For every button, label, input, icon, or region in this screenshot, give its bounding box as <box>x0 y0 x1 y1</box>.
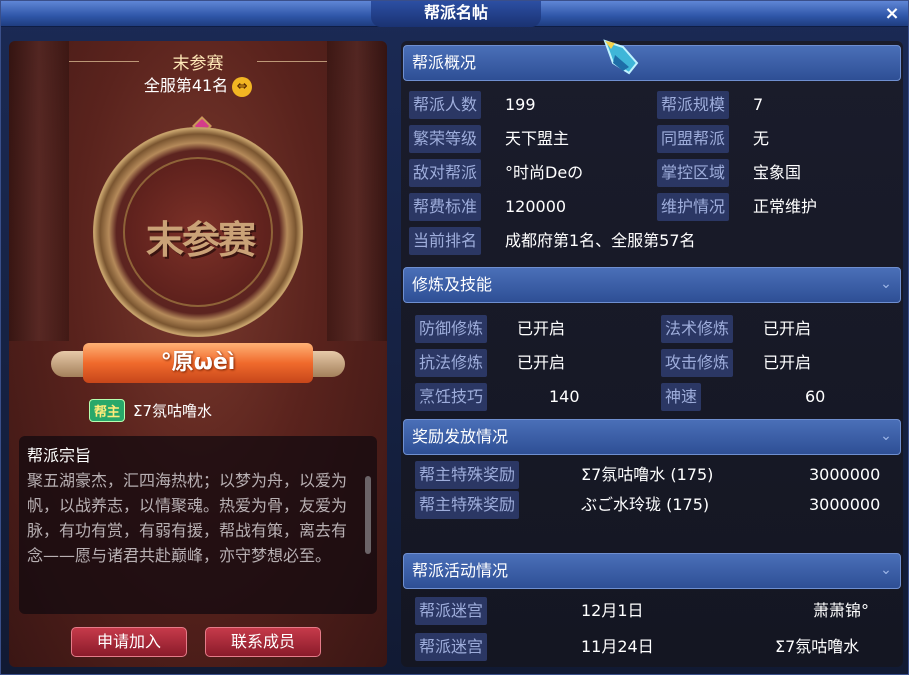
overview-value: 120000 <box>505 197 567 216</box>
close-icon[interactable]: × <box>880 3 904 25</box>
medal-face: 末参赛 <box>123 157 273 307</box>
overview-value: 199 <box>505 95 536 114</box>
leader-badge: 帮主 <box>89 399 126 422</box>
section-rewards-header[interactable]: 奖励发放情况 ⌄ <box>403 419 901 455</box>
activity-player: Σ7氛咕噜水 <box>775 637 860 656</box>
skill-label: 神速 <box>661 383 702 411</box>
section-skills-header[interactable]: 修炼及技能 ⌄ <box>403 267 901 303</box>
skill-value: 已开启 <box>517 319 566 338</box>
skill-value: 已开启 <box>763 353 812 372</box>
skill-value: 已开启 <box>763 319 812 338</box>
gem-cursor-icon <box>603 39 639 75</box>
overview-label: 帮派人数 <box>409 91 482 119</box>
overview-value: 天下盟主 <box>505 129 570 148</box>
section-overview-header: 帮派概况 <box>403 45 901 81</box>
overview-label: 掌控区域 <box>657 159 730 187</box>
section-activities-header[interactable]: 帮派活动情况 ⌄ <box>403 553 901 589</box>
server-rank-text: 全服第41名 <box>143 76 229 95</box>
reward-label: 帮主特殊奖励 <box>415 461 520 489</box>
overview-label: 维护情况 <box>657 193 730 221</box>
activity-date: 11月24日 <box>581 637 654 656</box>
skill-label: 防御修炼 <box>415 315 488 343</box>
skill-label: 法术修炼 <box>661 315 734 343</box>
guild-details-panel: 帮派概况 帮派人数 199 帮派规模 7 繁荣等级 天下盟主 同盟帮派 无 敌对… <box>401 41 903 667</box>
skill-value: 已开启 <box>517 353 566 372</box>
server-rank: 全服第41名 ⇔ <box>9 72 387 97</box>
guild-tenet-box: 帮派宗旨 聚五湖豪杰，汇四海热枕；以梦为舟，以爱为帆，以战养志，以情聚魂。热爱为… <box>19 436 377 614</box>
skill-value: 140 <box>549 387 580 406</box>
guild-name: °原ωèì <box>83 343 313 383</box>
skill-label: 攻击修炼 <box>661 349 734 377</box>
chevron-down-icon[interactable]: ⌄ <box>878 562 894 578</box>
swap-icon[interactable]: ⇔ <box>232 76 253 97</box>
guild-card-panel: 末参赛 全服第41名 ⇔ 末参赛 °原ωèì 帮主 Σ7氛咕噜水 帮派宗旨 聚五湖豪… <box>9 41 387 667</box>
medal-text: 末参赛 <box>145 217 256 262</box>
skill-value: 60 <box>805 387 826 406</box>
tenet-scrollbar[interactable] <box>365 476 371 554</box>
contact-members-button[interactable]: 联系成员 <box>205 627 321 657</box>
skill-label: 烹饪技巧 <box>415 383 488 411</box>
join-guild-button[interactable]: 申请加入 <box>71 627 187 657</box>
overview-value: 宝象国 <box>753 163 802 182</box>
guild-leader: 帮主 Σ7氛咕噜水 <box>89 399 212 422</box>
reward-label: 帮主特殊奖励 <box>415 491 520 519</box>
competition-medal: 末参赛 <box>93 127 303 337</box>
activity-label: 帮派迷宫 <box>415 633 488 661</box>
overview-label: 帮派规模 <box>657 91 730 119</box>
skills-title: 修炼及技能 <box>412 275 493 294</box>
overview-title: 帮派概况 <box>412 53 477 72</box>
overview-value: 成都府第1名、全服第57名 <box>505 231 696 250</box>
overview-label: 当前排名 <box>409 227 482 255</box>
overview-value: 7 <box>753 95 764 114</box>
skill-label: 抗法修炼 <box>415 349 488 377</box>
overview-label: 帮费标准 <box>409 193 482 221</box>
chevron-down-icon[interactable]: ⌄ <box>878 428 894 444</box>
overview-label: 同盟帮派 <box>657 125 730 153</box>
overview-value: °时尚Deの <box>505 163 584 182</box>
reward-recipient: ぶご水玲珑 (175) <box>581 495 710 514</box>
activity-label: 帮派迷宫 <box>415 597 488 625</box>
activity-player: 萧萧锦° <box>813 601 870 620</box>
reward-amount: 3000000 <box>809 495 881 514</box>
activities-title: 帮派活动情况 <box>412 561 509 580</box>
activity-date: 12月1日 <box>581 601 644 620</box>
overview-value: 无 <box>753 129 770 148</box>
competition-status: 末参赛 <box>172 54 224 74</box>
overview-label: 敌对帮派 <box>409 159 482 187</box>
window-title: 帮派名帖 <box>371 1 541 27</box>
guild-profile-window: 帮派名帖 × 末参赛 全服第41名 ⇔ 末参赛 °原ωèì 帮主 Σ7氛咕噜水 帮派… <box>0 0 909 675</box>
reward-recipient: Σ7氛咕噜水 (175) <box>581 465 714 484</box>
chevron-down-icon[interactable]: ⌄ <box>878 276 894 292</box>
overview-value: 正常维护 <box>753 197 818 216</box>
reward-amount: 3000000 <box>809 465 881 484</box>
overview-label: 繁荣等级 <box>409 125 482 153</box>
leader-name[interactable]: Σ7氛咕噜水 <box>133 402 212 420</box>
title-bar: 帮派名帖 × <box>1 1 908 27</box>
rewards-title: 奖励发放情况 <box>412 427 509 446</box>
tenet-title: 帮派宗旨 <box>27 446 92 465</box>
tenet-text: 聚五湖豪杰，汇四海热枕；以梦为舟，以爱为帆，以战养志，以情聚魂。热爱为骨，友爱为… <box>27 471 348 565</box>
